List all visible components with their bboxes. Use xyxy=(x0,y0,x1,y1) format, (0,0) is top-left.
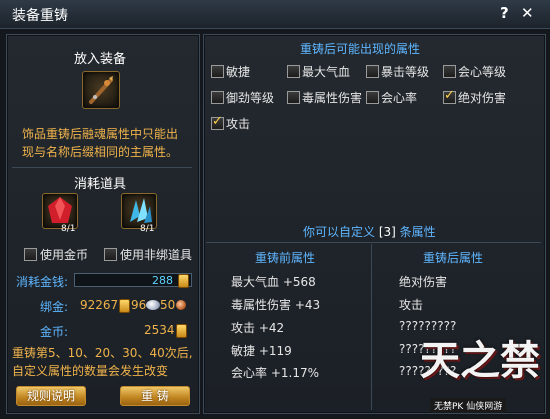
attr-label-poison-damage: 毒属性伤害 xyxy=(302,91,363,105)
rules-button[interactable]: 规则说明 xyxy=(16,386,86,406)
after-attrs-title: 重铸后属性 xyxy=(423,251,484,265)
after-attr-2: 攻击 xyxy=(399,298,424,312)
bound-silver-value: 96 xyxy=(131,298,147,312)
custom-prefix: 你可以自定义 xyxy=(303,225,379,239)
attr-checkbox-insight-level[interactable] xyxy=(443,65,456,78)
game-logo: 天之禁 无禁PK 仙侠网游 xyxy=(418,328,548,416)
possible-attrs-title: 重铸后可能出现的属性 xyxy=(300,42,421,56)
attr-label-max-hp: 最大气血 xyxy=(302,65,351,79)
before-attr-2: 毒属性伤害 +43 xyxy=(231,298,321,312)
logo-sub-text: 无禁PK 仙侠网游 xyxy=(430,398,507,413)
cost-field: 288 xyxy=(74,273,192,287)
title-bar xyxy=(0,0,550,29)
before-attr-1: 最大气血 +568 xyxy=(231,275,316,289)
silver-icon xyxy=(146,300,160,310)
red-crystal-icon xyxy=(48,197,72,223)
after-attr-1: 绝对伤害 xyxy=(399,275,448,289)
use-unbound-label: 使用非绑道具 xyxy=(120,248,193,262)
put-equipment-title: 放入装备 xyxy=(74,52,127,67)
gold-icon xyxy=(176,324,187,338)
use-gold-label: 使用金币 xyxy=(40,248,89,262)
bound-gold-value: 92267 xyxy=(80,298,119,312)
cost-value: 288 xyxy=(152,274,173,287)
attr-checkbox-agility[interactable] xyxy=(211,65,224,78)
recast-button[interactable]: 重 铸 xyxy=(120,386,190,406)
before-attrs-title: 重铸前属性 xyxy=(255,251,316,265)
logo-main-text: 天之禁 xyxy=(420,337,540,384)
recast-notice-line2: 自定义属性的数量会发生改变 xyxy=(12,364,169,378)
gold-label: 金币: xyxy=(40,325,69,339)
attr-checkbox-max-hp[interactable] xyxy=(287,65,300,78)
attr-label-crit-level: 暴击等级 xyxy=(381,65,430,79)
attr-label-agility: 敏捷 xyxy=(226,65,251,79)
close-icon[interactable]: ✕ xyxy=(521,4,534,22)
attr-label-absolute-damage: 绝对伤害 xyxy=(458,91,507,105)
gold-value: 2534 xyxy=(144,323,175,337)
before-attr-5: 会心率 +1.17% xyxy=(231,366,319,380)
consume-title: 消耗道具 xyxy=(74,177,127,192)
bound-gold-icon xyxy=(119,299,130,313)
attr-checkbox-insight-rate[interactable] xyxy=(366,91,379,104)
recast-notice-line1: 重铸第5、10、20、30、40次后, xyxy=(12,346,193,360)
custom-suffix: 条属性 xyxy=(395,225,436,239)
custom-count: [3] xyxy=(378,225,396,239)
blue-crystal-icon xyxy=(130,198,152,223)
right-divider xyxy=(206,242,541,243)
attr-label-insight-rate: 会心率 xyxy=(381,91,418,105)
use-unbound-checkbox[interactable] xyxy=(104,248,117,261)
attr-checkbox-poison-damage[interactable] xyxy=(287,91,300,104)
bound-copper-value: 50 xyxy=(160,298,176,312)
equipment-desc-line1: 饰品重铸后融魂属性中只能出 xyxy=(22,127,179,141)
gold-coin-icon xyxy=(178,274,189,288)
bound-gold-label: 绑金: xyxy=(40,300,69,314)
equipment-slot[interactable] xyxy=(82,71,120,109)
attr-label-resilience: 御劲等级 xyxy=(226,91,275,105)
window-title: 装备重铸 xyxy=(12,8,68,24)
consume-item-count-2: 8/1 xyxy=(140,224,155,234)
custom-count-text: 你可以自定义 [3] 条属性 xyxy=(303,223,436,240)
attr-checkbox-absolute-damage[interactable] xyxy=(443,88,456,104)
help-button[interactable]: ? xyxy=(500,4,509,22)
before-attr-3: 攻击 +42 xyxy=(231,321,285,335)
use-gold-checkbox[interactable] xyxy=(24,248,37,261)
copper-icon xyxy=(176,300,186,310)
before-attr-4: 敏捷 +119 xyxy=(231,344,292,358)
attr-checkbox-crit-level[interactable] xyxy=(366,65,379,78)
left-divider-1 xyxy=(12,167,192,168)
attr-label-insight-level: 会心等级 xyxy=(458,65,507,79)
attr-checkbox-attack[interactable] xyxy=(211,114,224,130)
attr-checkbox-resilience[interactable] xyxy=(211,91,224,104)
consume-item-count-1: 8/1 xyxy=(61,224,76,234)
column-divider xyxy=(371,244,372,410)
equipment-desc-line2: 现与名称后缀相同的主属性。 xyxy=(22,145,179,159)
attr-label-attack: 攻击 xyxy=(226,117,251,131)
cost-label: 消耗金钱: xyxy=(16,275,69,289)
hairpin-icon xyxy=(89,76,113,104)
